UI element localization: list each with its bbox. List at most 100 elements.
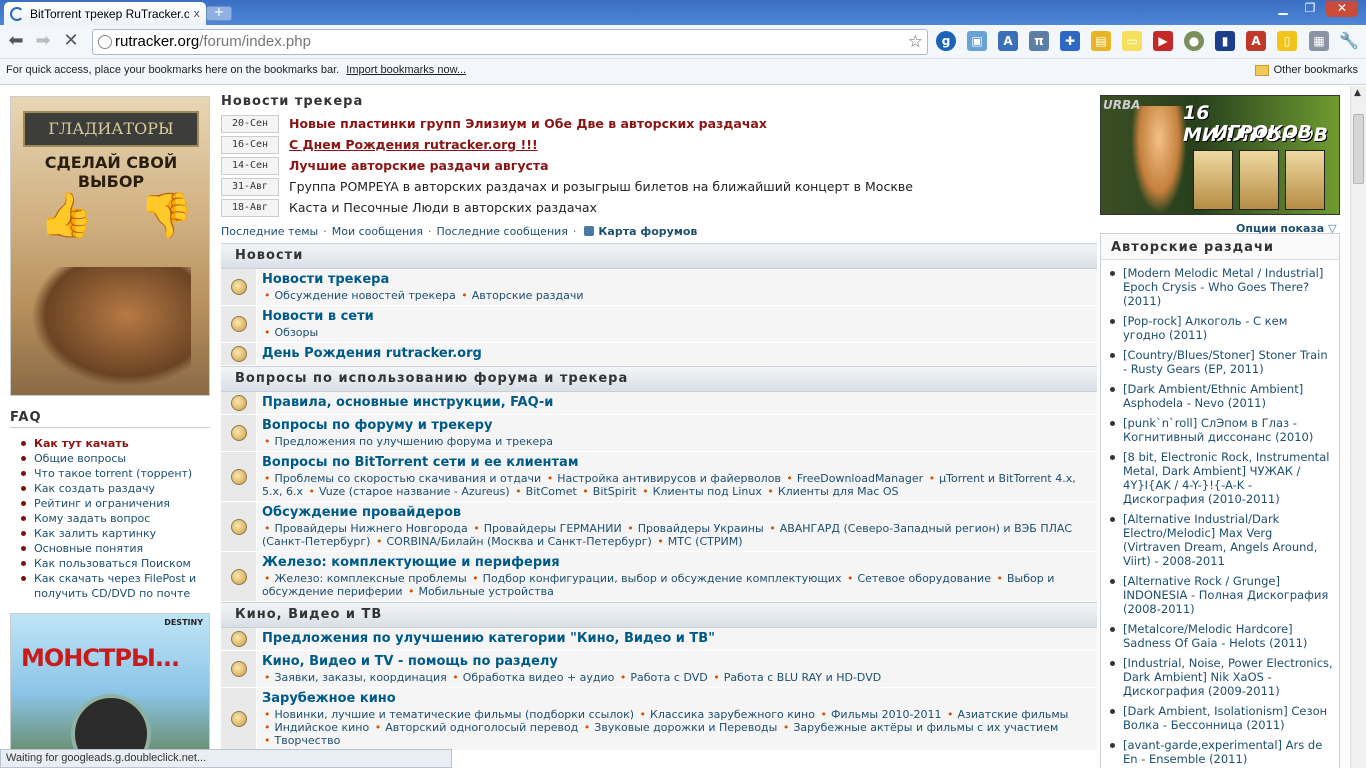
my-posts-link[interactable]: Мои сообщения: [332, 225, 423, 238]
other-bookmarks-button[interactable]: Other bookmarks: [1254, 59, 1358, 81]
forum-title-link[interactable]: Вопросы по BitTorrent сети и ее клиентам: [262, 455, 1092, 471]
subforum-link[interactable]: Азиатские фильмы: [945, 708, 1068, 721]
pdf-extension-icon[interactable]: A: [1246, 31, 1266, 51]
translate-icon[interactable]: A: [998, 31, 1018, 51]
subforum-link[interactable]: Заявки, заказы, координация: [262, 671, 447, 684]
latest-posts-link[interactable]: Последние сообщения: [436, 225, 567, 238]
stats-extension-icon[interactable]: ▮: [1215, 31, 1235, 51]
category-title[interactable]: Кино, Видео и ТВ: [221, 602, 1097, 628]
forum-title-link[interactable]: День Рождения rutracker.org: [262, 346, 1092, 362]
new-tab-button[interactable]: +: [206, 6, 232, 21]
subforum-link[interactable]: Сетевое оборудование: [845, 572, 991, 585]
news-link[interactable]: Каста и Песочные Люди в авторских раздач…: [289, 200, 597, 215]
author-release-link[interactable]: [Dark Ambient, Isolationism] Сезон Волка…: [1109, 704, 1333, 732]
subforum-link[interactable]: Индийское кино: [262, 721, 369, 734]
subforum-link[interactable]: FreeDownloadManager: [784, 472, 923, 485]
stop-button[interactable]: ✕: [60, 31, 82, 53]
forum-title-link[interactable]: Вопросы по форуму и трекеру: [262, 418, 1092, 434]
faq-item[interactable]: Как создать раздачу: [10, 481, 210, 496]
author-release-link[interactable]: [8 bit, Electronic Rock, Instrumental Me…: [1109, 450, 1333, 506]
extension-icon[interactable]: ▣: [967, 31, 987, 51]
display-options-button[interactable]: Опции показа ▽: [1236, 222, 1337, 235]
latest-topics-link[interactable]: Последние темы: [221, 225, 318, 238]
subforum-link[interactable]: Классика зарубежного кино: [638, 708, 815, 721]
subforum-link[interactable]: Работа с DVD: [618, 671, 708, 684]
forward-button[interactable]: ➡: [32, 31, 54, 53]
subforum-link[interactable]: Звуковые дорожки и Переводы: [582, 721, 778, 734]
subforum-link[interactable]: CORBINA/Билайн (Москва и Санкт-Петербург…: [374, 535, 652, 548]
print-extension-icon[interactable]: ▦: [1309, 31, 1329, 51]
youtube-icon[interactable]: ▶: [1153, 31, 1173, 51]
folder-extension-icon[interactable]: ▤: [1091, 31, 1111, 51]
forum-title-link[interactable]: Железо: комплектующие и периферия: [262, 555, 1092, 571]
scrollbar-thumb[interactable]: [1353, 114, 1364, 184]
subforum-link[interactable]: Обсуждение новостей трекера: [262, 289, 456, 302]
back-button[interactable]: ⬅: [5, 31, 27, 53]
subforum-link[interactable]: Предложения по улучшению форума и трекер…: [262, 435, 553, 448]
author-release-link[interactable]: [Country/Blues/Stoner] Stoner Train - Ru…: [1109, 348, 1333, 376]
subforum-link[interactable]: Клиенты для Mac OS: [765, 485, 898, 498]
wrench-icon[interactable]: 🔧: [1339, 31, 1359, 51]
author-release-link[interactable]: [Industrial, Noise, Power Electronics, D…: [1109, 656, 1333, 698]
category-title[interactable]: Вопросы по использованию форума и трекер…: [221, 366, 1097, 392]
address-bar[interactable]: rutracker.org/forum/index.php ☆: [92, 29, 928, 55]
subforum-link[interactable]: BitSpirit: [580, 485, 636, 498]
author-release-link[interactable]: [Alternative Industrial/Dark Electro/Mel…: [1109, 512, 1333, 568]
subforum-link[interactable]: Провайдеры Украины: [625, 522, 764, 535]
vertical-scrollbar[interactable]: ▲: [1350, 86, 1366, 768]
forum-title-link[interactable]: Предложения по улучшению категории "Кино…: [262, 631, 1092, 647]
subforum-link[interactable]: МТС (СТРИМ): [655, 535, 742, 548]
chat-extension-icon[interactable]: ●: [1184, 31, 1204, 51]
subforum-link[interactable]: Обработка видео + аудио: [450, 671, 614, 684]
subforum-link[interactable]: Мобильные устройства: [406, 585, 554, 598]
scroll-up-icon[interactable]: ▲: [1354, 88, 1361, 98]
import-bookmarks-link[interactable]: Import bookmarks now...: [346, 64, 466, 76]
subforum-link[interactable]: Vuze (старое название - Azureus): [307, 485, 510, 498]
tab-rutracker[interactable]: BitTorrent трекер RuTracker.o x: [4, 2, 206, 25]
subforum-link[interactable]: Подбор конфигурации, выбор и обсуждение …: [470, 572, 841, 585]
faq-item[interactable]: Основные понятия: [10, 541, 210, 556]
minimize-icon[interactable]: ▁: [1270, 1, 1296, 17]
author-release-link[interactable]: [avant-garde,experimental] Ars de En - E…: [1109, 738, 1333, 766]
faq-item[interactable]: Как скачать через FilePost и получить CD…: [10, 571, 210, 601]
author-release-link[interactable]: [punk`n`roll] СлЭпом в Глаз - Когнитивны…: [1109, 416, 1333, 444]
subforum-link[interactable]: Зарубежные актёры и фильмы с их участием: [781, 721, 1058, 734]
faq-item[interactable]: Кому задать вопрос: [10, 511, 210, 526]
subforum-link[interactable]: Провайдеры Нижнего Новгорода: [262, 522, 468, 535]
subforum-link[interactable]: Новинки, лучшие и тематические фильмы (п…: [262, 708, 634, 721]
forum-title-link[interactable]: Правила, основные инструкции, FAQ-и: [262, 395, 1092, 411]
author-release-link[interactable]: [Alternative Rock / Grunge] INDONESIA - …: [1109, 574, 1333, 616]
news-link[interactable]: Группа POMPEYA в авторских раздачах и ро…: [289, 179, 913, 194]
category-title[interactable]: Новости: [221, 243, 1097, 269]
faq-item[interactable]: Как тут качать: [10, 436, 210, 451]
subforum-link[interactable]: Фильмы 2010-2011: [818, 708, 941, 721]
subforum-link[interactable]: Авторские раздачи: [459, 289, 583, 302]
faq-item[interactable]: Что такое torrent (торрент): [10, 466, 210, 481]
subforum-link[interactable]: Проблемы со скоростью скачивания и отдач…: [262, 472, 541, 485]
news-link[interactable]: Новые пластинки групп Элизиум и Обе Две …: [289, 116, 767, 131]
subforum-link[interactable]: Творчество: [262, 734, 340, 747]
subforum-link[interactable]: BitComet: [513, 485, 577, 498]
pi-extension-icon[interactable]: π: [1029, 31, 1049, 51]
subforum-link[interactable]: Клиенты под Linux: [640, 485, 762, 498]
author-release-link[interactable]: [Modern Melodic Metal / Industrial] Epoc…: [1109, 266, 1333, 308]
author-release-link[interactable]: [Pop-rock] Алкоголь - С кем угодно (2011…: [1109, 314, 1333, 342]
subforum-link[interactable]: Железо: комплексные проблемы: [262, 572, 467, 585]
puzzle-icon[interactable]: ✚: [1060, 31, 1080, 51]
phone-extension-icon[interactable]: ▯: [1277, 31, 1297, 51]
subforum-link[interactable]: Обзоры: [262, 326, 318, 339]
subforum-link[interactable]: Авторский одноголосый перевод: [373, 721, 579, 734]
faq-item[interactable]: Общие вопросы: [10, 451, 210, 466]
news-link[interactable]: С Днем Рождения rutracker.org !!!: [289, 137, 538, 152]
bookmark-star-icon[interactable]: ☆: [908, 30, 923, 54]
google-extension-icon[interactable]: g: [936, 31, 956, 51]
restore-icon[interactable]: ❐: [1297, 1, 1323, 17]
news-link[interactable]: Лучшие авторские раздачи августа: [289, 158, 549, 173]
subforum-link[interactable]: Работа с BLU RAY и HD-DVD: [711, 671, 881, 684]
subforum-link[interactable]: Настройка антивирусов и файерволов: [545, 472, 781, 485]
tab-close-button[interactable]: x: [193, 7, 200, 20]
forum-title-link[interactable]: Новости в сети: [262, 309, 1092, 325]
urban-ad-banner[interactable]: URBA 16 МИЛЛИОНОВ ИГРОКОВ: [1100, 95, 1340, 215]
close-window-icon[interactable]: ✕: [1326, 1, 1358, 17]
faq-item[interactable]: Как пользоваться Поиском: [10, 556, 210, 571]
